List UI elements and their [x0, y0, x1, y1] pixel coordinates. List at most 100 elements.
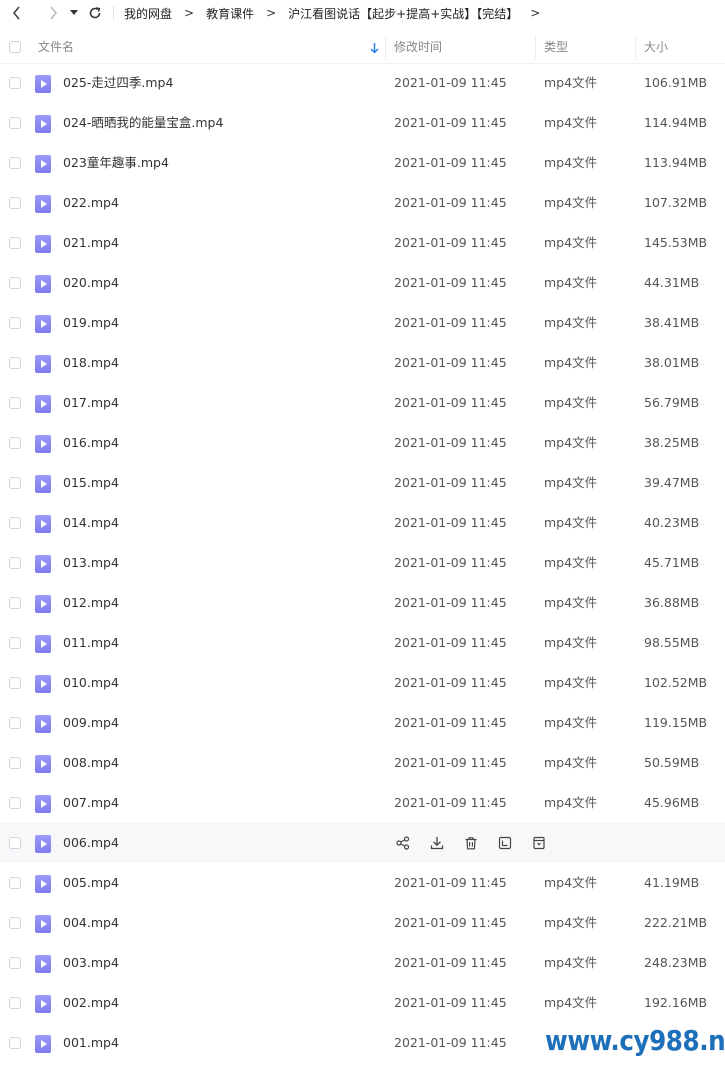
delete-button[interactable] [462, 834, 480, 852]
file-row[interactable]: 022.mp4 2021-01-09 11:45 mp4文件 107.32MB [0, 183, 725, 223]
file-name[interactable]: 022.mp4 [63, 183, 119, 223]
select-all-checkbox[interactable] [9, 41, 21, 53]
sort-desc-icon[interactable] [370, 42, 379, 54]
file-name[interactable]: 010.mp4 [63, 663, 119, 703]
file-row[interactable]: 025-走过四季.mp4 2021-01-09 11:45 mp4文件 106.… [0, 63, 725, 103]
file-name[interactable]: 011.mp4 [63, 623, 119, 663]
column-header-name[interactable]: 文件名 [38, 32, 74, 63]
file-row[interactable]: 004.mp4 2021-01-09 11:45 mp4文件 222.21MB [0, 903, 725, 943]
file-row[interactable]: 020.mp4 2021-01-09 11:45 mp4文件 44.31MB [0, 263, 725, 303]
file-name[interactable]: 007.mp4 [63, 783, 119, 823]
file-name[interactable]: 009.mp4 [63, 703, 119, 743]
file-name[interactable]: 020.mp4 [63, 263, 119, 303]
share-button[interactable] [394, 834, 412, 852]
row-checkbox[interactable] [9, 277, 21, 289]
row-checkbox[interactable] [9, 1037, 21, 1049]
row-checkbox[interactable] [9, 477, 21, 489]
row-checkbox[interactable] [9, 357, 21, 369]
breadcrumb-current-folder[interactable]: 沪江看图说话【起步+提高+实战】【完结】 [288, 5, 518, 22]
download-button[interactable] [428, 834, 446, 852]
file-name[interactable]: 004.mp4 [63, 903, 119, 943]
breadcrumb-my-drive[interactable]: 我的网盘 [124, 5, 172, 22]
file-type: mp4文件 [544, 75, 598, 90]
file-name[interactable]: 006.mp4 [63, 823, 119, 863]
file-row[interactable]: 015.mp4 2021-01-09 11:45 mp4文件 39.47MB [0, 463, 725, 503]
row-checkbox[interactable] [9, 637, 21, 649]
file-modified: 2021-01-09 11:45 [394, 275, 507, 290]
file-row[interactable]: 011.mp4 2021-01-09 11:45 mp4文件 98.55MB [0, 623, 725, 663]
file-row-hovered[interactable]: 006.mp4 [0, 823, 725, 863]
file-name[interactable]: 017.mp4 [63, 383, 119, 423]
row-checkbox[interactable] [9, 757, 21, 769]
column-divider[interactable] [535, 36, 536, 59]
file-row[interactable]: 019.mp4 2021-01-09 11:45 mp4文件 38.41MB [0, 303, 725, 343]
file-row[interactable]: 018.mp4 2021-01-09 11:45 mp4文件 38.01MB [0, 343, 725, 383]
file-row[interactable]: 009.mp4 2021-01-09 11:45 mp4文件 119.15MB [0, 703, 725, 743]
file-name[interactable]: 002.mp4 [63, 983, 119, 1023]
file-name[interactable]: 001.mp4 [63, 1023, 119, 1063]
file-name[interactable]: 023童年趣事.mp4 [63, 143, 169, 183]
row-checkbox[interactable] [9, 317, 21, 329]
file-row[interactable]: 021.mp4 2021-01-09 11:45 mp4文件 145.53MB [0, 223, 725, 263]
row-checkbox[interactable] [9, 797, 21, 809]
row-checkbox[interactable] [9, 397, 21, 409]
file-name[interactable]: 019.mp4 [63, 303, 119, 343]
breadcrumb-education[interactable]: 教育课件 [206, 5, 254, 22]
row-checkbox[interactable] [9, 437, 21, 449]
file-name[interactable]: 005.mp4 [63, 863, 119, 903]
file-row[interactable]: 008.mp4 2021-01-09 11:45 mp4文件 50.59MB [0, 743, 725, 783]
file-row[interactable]: 005.mp4 2021-01-09 11:45 mp4文件 41.19MB [0, 863, 725, 903]
back-button[interactable] [7, 3, 27, 23]
row-checkbox[interactable] [9, 997, 21, 1009]
row-checkbox[interactable] [9, 717, 21, 729]
row-checkbox[interactable] [9, 117, 21, 129]
file-row[interactable]: 012.mp4 2021-01-09 11:45 mp4文件 36.88MB [0, 583, 725, 623]
file-modified: 2021-01-09 11:45 [394, 315, 507, 330]
row-checkbox[interactable] [9, 517, 21, 529]
row-checkbox[interactable] [9, 197, 21, 209]
file-name[interactable]: 012.mp4 [63, 583, 119, 623]
file-row[interactable]: 013.mp4 2021-01-09 11:45 mp4文件 45.71MB [0, 543, 725, 583]
row-checkbox[interactable] [9, 957, 21, 969]
file-name[interactable]: 016.mp4 [63, 423, 119, 463]
file-row[interactable]: 016.mp4 2021-01-09 11:45 mp4文件 38.25MB [0, 423, 725, 463]
file-name[interactable]: 015.mp4 [63, 463, 119, 503]
row-checkbox[interactable] [9, 157, 21, 169]
file-row[interactable]: 010.mp4 2021-01-09 11:45 mp4文件 102.52MB [0, 663, 725, 703]
file-name[interactable]: 024-晒晒我的能量宝盒.mp4 [63, 103, 223, 143]
row-checkbox[interactable] [9, 557, 21, 569]
file-name[interactable]: 018.mp4 [63, 343, 119, 383]
file-name[interactable]: 008.mp4 [63, 743, 119, 783]
row-checkbox[interactable] [9, 917, 21, 929]
file-row[interactable]: 014.mp4 2021-01-09 11:45 mp4文件 40.23MB [0, 503, 725, 543]
refresh-button[interactable] [85, 3, 105, 23]
file-name[interactable]: 025-走过四季.mp4 [63, 63, 173, 103]
history-dropdown-button[interactable] [67, 3, 81, 23]
more-button[interactable] [530, 834, 548, 852]
file-row[interactable]: 002.mp4 2021-01-09 11:45 mp4文件 192.16MB [0, 983, 725, 1023]
breadcrumb-more-chevron[interactable]: > [530, 6, 540, 20]
file-row[interactable]: 003.mp4 2021-01-09 11:45 mp4文件 248.23MB [0, 943, 725, 983]
rename-button[interactable] [496, 834, 514, 852]
row-checkbox[interactable] [9, 677, 21, 689]
file-type: mp4文件 [544, 395, 598, 410]
row-checkbox[interactable] [9, 837, 21, 849]
column-header-type[interactable]: 类型 [544, 32, 568, 63]
file-name[interactable]: 014.mp4 [63, 503, 119, 543]
column-divider[interactable] [635, 36, 636, 59]
column-header-modified[interactable]: 修改时间 [394, 32, 442, 63]
file-name[interactable]: 003.mp4 [63, 943, 119, 983]
file-row[interactable]: 024-晒晒我的能量宝盒.mp4 2021-01-09 11:45 mp4文件 … [0, 103, 725, 143]
file-row[interactable]: 007.mp4 2021-01-09 11:45 mp4文件 45.96MB [0, 783, 725, 823]
row-checkbox[interactable] [9, 77, 21, 89]
file-row[interactable]: 017.mp4 2021-01-09 11:45 mp4文件 56.79MB [0, 383, 725, 423]
row-checkbox[interactable] [9, 597, 21, 609]
forward-button[interactable] [43, 3, 63, 23]
column-divider[interactable] [385, 36, 386, 59]
file-name[interactable]: 013.mp4 [63, 543, 119, 583]
row-checkbox[interactable] [9, 237, 21, 249]
file-row[interactable]: 023童年趣事.mp4 2021-01-09 11:45 mp4文件 113.9… [0, 143, 725, 183]
column-header-size[interactable]: 大小 [644, 32, 668, 63]
file-name[interactable]: 021.mp4 [63, 223, 119, 263]
row-checkbox[interactable] [9, 877, 21, 889]
